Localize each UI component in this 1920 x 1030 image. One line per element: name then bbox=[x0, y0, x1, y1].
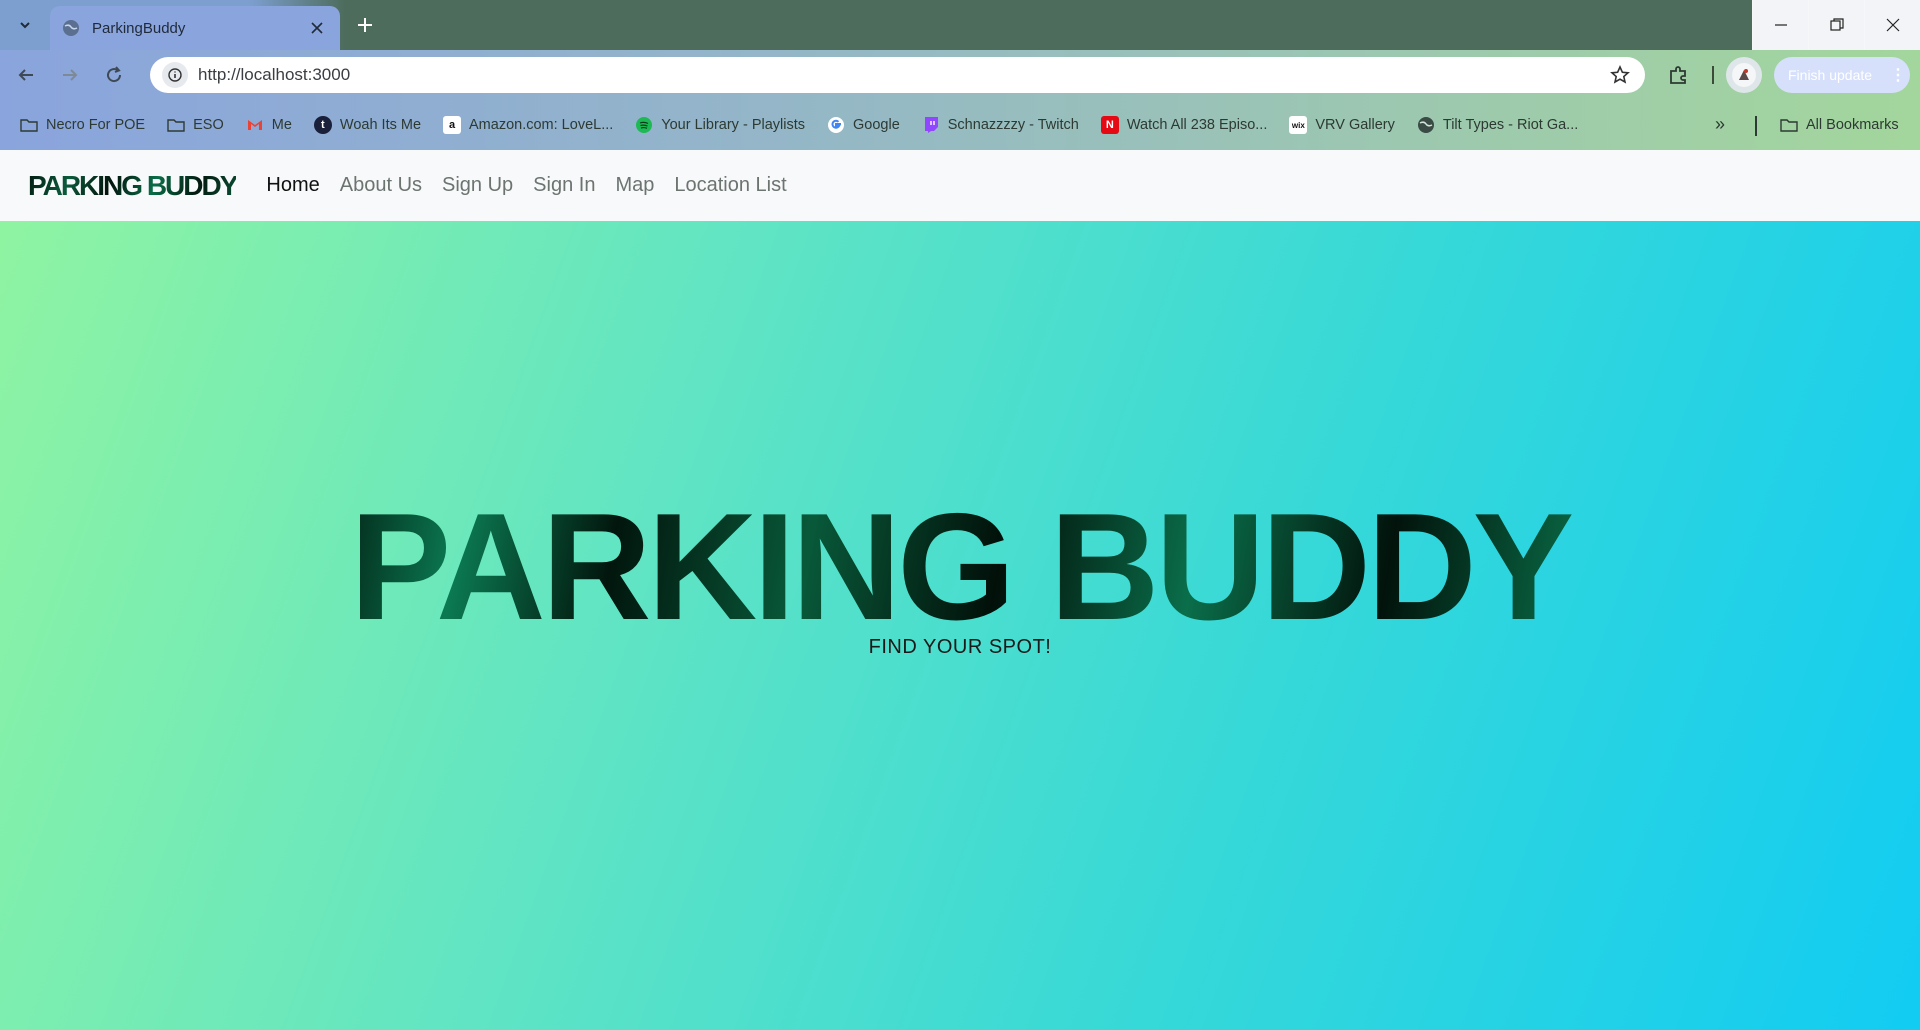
bookmark-star-icon[interactable] bbox=[1607, 62, 1633, 88]
site-navbar: PARKING BUDDY Home About Us Sign Up Sign… bbox=[0, 150, 1920, 221]
url-text[interactable]: http://localhost:3000 bbox=[198, 65, 1607, 85]
bookmark-label: Schnazzzzy - Twitch bbox=[947, 117, 1079, 133]
avatar-icon bbox=[1732, 63, 1756, 87]
bookmark-label: Watch All 238 Episo... bbox=[1126, 117, 1268, 133]
globe-icon bbox=[1417, 117, 1434, 133]
bookmark-necro-for-poe[interactable]: Necro For POE bbox=[12, 110, 153, 140]
plus-icon bbox=[358, 18, 372, 32]
folder-icon bbox=[167, 119, 185, 132]
close-window-button[interactable] bbox=[1864, 0, 1920, 50]
wix-icon: wix bbox=[1289, 116, 1308, 134]
bookmark-label: Me bbox=[271, 117, 292, 133]
bookmark-label: Necro For POE bbox=[46, 117, 146, 133]
netflix-icon: N bbox=[1100, 116, 1119, 134]
bookmark-label: ESO bbox=[193, 117, 224, 133]
profile-avatar[interactable] bbox=[1726, 57, 1762, 93]
hero-title: PARKING BUDDY bbox=[0, 491, 1920, 643]
hero-subtitle: FIND YOUR SPOT! bbox=[868, 636, 1052, 658]
nav-home[interactable]: Home bbox=[266, 174, 319, 197]
all-bookmarks-label: All Bookmarks bbox=[1806, 117, 1899, 133]
bookmark-label: Amazon.com: LoveL... bbox=[469, 117, 614, 133]
globe-icon bbox=[63, 20, 79, 36]
close-tab-icon[interactable] bbox=[306, 17, 328, 39]
twitch-icon bbox=[924, 117, 938, 133]
bookmark-amazon[interactable]: a Amazon.com: LoveL... bbox=[435, 110, 621, 140]
restore-button[interactable] bbox=[1808, 0, 1864, 50]
address-bar[interactable]: http://localhost:3000 bbox=[150, 57, 1645, 93]
more-vert-icon[interactable]: ⋮ bbox=[1890, 65, 1910, 85]
extensions-button[interactable] bbox=[1664, 60, 1694, 90]
bookmark-label: VRV Gallery bbox=[1315, 117, 1395, 133]
nav-sign-in[interactable]: Sign In bbox=[533, 174, 595, 197]
site-info-icon[interactable] bbox=[162, 62, 188, 88]
restore-icon bbox=[1829, 18, 1844, 31]
bookmark-label: Google bbox=[853, 117, 900, 133]
minimize-icon bbox=[1774, 24, 1787, 26]
nav-about-us[interactable]: About Us bbox=[340, 174, 422, 197]
folder-icon bbox=[20, 119, 38, 132]
google-icon bbox=[828, 117, 844, 133]
bookmark-twitch[interactable]: Schnazzzzy - Twitch bbox=[914, 110, 1087, 140]
bookmark-spotify[interactable]: Your Library - Playlists bbox=[627, 110, 813, 140]
nav-sign-up[interactable]: Sign Up bbox=[442, 174, 513, 197]
tab-strip: ParkingBuddy bbox=[0, 0, 1920, 50]
all-bookmarks-button[interactable]: All Bookmarks bbox=[1772, 110, 1907, 140]
nav-location-list[interactable]: Location List bbox=[674, 174, 786, 197]
hero-section: PARKING BUDDY FIND YOUR SPOT! bbox=[0, 221, 1920, 1030]
chevron-down-icon bbox=[20, 22, 30, 29]
close-icon bbox=[1886, 18, 1899, 32]
tab-title: ParkingBuddy bbox=[92, 19, 186, 37]
bookmark-tilt-types[interactable]: Tilt Types - Riot Ga... bbox=[1409, 110, 1586, 140]
bookmark-google[interactable]: Google bbox=[819, 110, 908, 140]
web-page: PARKING BUDDY Home About Us Sign Up Sign… bbox=[0, 150, 1920, 1030]
bookmarks-bar: Necro For POE ESO Me t Woah Its Me a Ama… bbox=[0, 100, 1920, 150]
spotify-icon bbox=[636, 117, 653, 133]
amazon-icon: a bbox=[443, 116, 462, 134]
bookmark-label: Tilt Types - Riot Ga... bbox=[1442, 117, 1579, 133]
bookmarks-divider bbox=[1755, 116, 1757, 136]
bookmark-label: Your Library - Playlists bbox=[661, 117, 805, 133]
finish-update-button[interactable]: Finish update ⋮ bbox=[1774, 57, 1910, 93]
tumblr-icon: t bbox=[313, 116, 332, 134]
back-button[interactable] bbox=[8, 57, 44, 93]
bookmark-eso[interactable]: ESO bbox=[159, 110, 232, 140]
update-label: Finish update bbox=[1788, 67, 1873, 83]
arrow-left-icon bbox=[18, 69, 33, 81]
reload-button[interactable] bbox=[96, 57, 132, 93]
bookmark-label: Woah Its Me bbox=[339, 117, 422, 133]
reload-icon bbox=[107, 66, 122, 83]
bookmark-netflix[interactable]: N Watch All 238 Episo... bbox=[1093, 110, 1276, 140]
bookmark-me[interactable]: Me bbox=[238, 110, 300, 140]
forward-button[interactable] bbox=[52, 57, 88, 93]
browser-tab[interactable]: ParkingBuddy bbox=[50, 6, 340, 50]
toolbar-divider bbox=[1712, 66, 1714, 84]
new-tab-button[interactable] bbox=[352, 12, 378, 38]
brand-logo[interactable]: PARKING BUDDY bbox=[28, 170, 238, 202]
tab-search-button[interactable] bbox=[6, 8, 44, 42]
minimize-button[interactable] bbox=[1752, 0, 1808, 50]
more-bookmarks-icon[interactable]: » bbox=[1715, 114, 1725, 135]
puzzle-icon bbox=[1670, 66, 1686, 84]
bookmark-vrv-gallery[interactable]: wix VRV Gallery bbox=[1281, 110, 1403, 140]
nav-map[interactable]: Map bbox=[615, 174, 654, 197]
gmail-icon bbox=[247, 120, 262, 130]
bookmark-woah-its-me[interactable]: t Woah Its Me bbox=[306, 110, 429, 140]
browser-toolbar: http://localhost:3000 Finish update ⋮ bbox=[0, 50, 1920, 100]
folder-icon bbox=[1780, 119, 1798, 132]
arrow-right-icon bbox=[63, 69, 78, 81]
